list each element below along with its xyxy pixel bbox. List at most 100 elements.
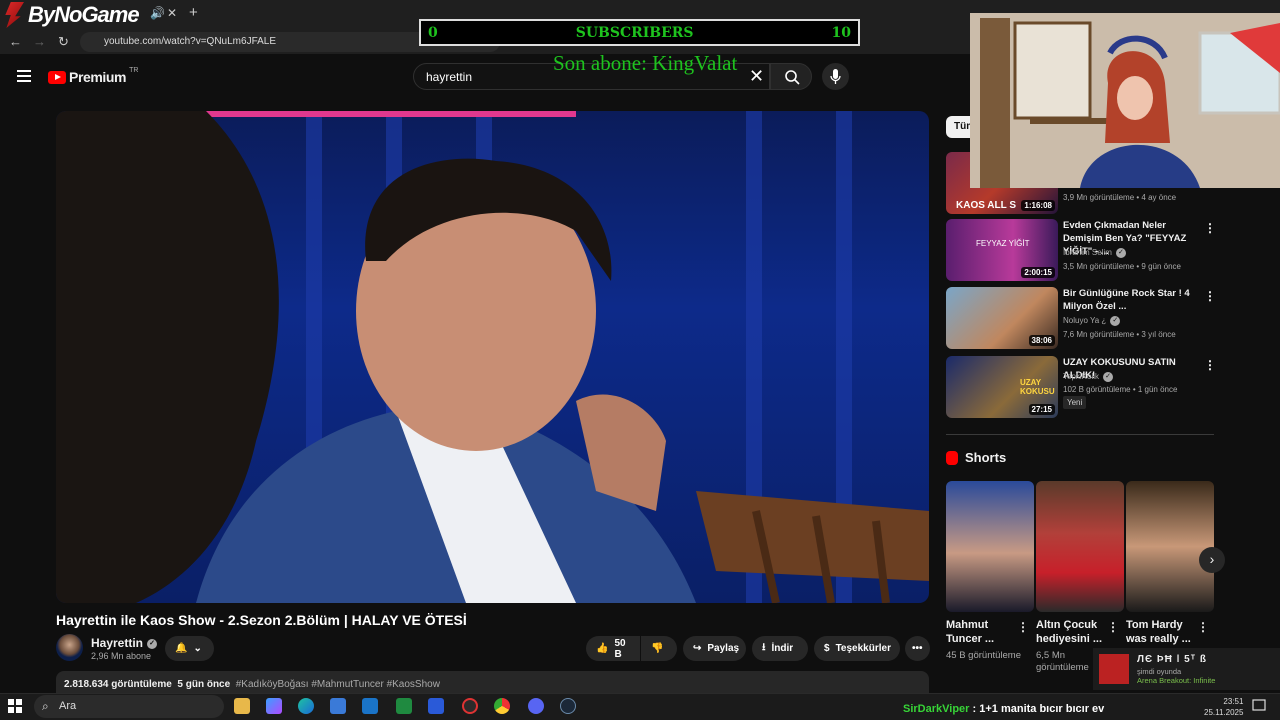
video-frame: [56, 111, 929, 603]
taskbar-search-icon: ⌕: [42, 699, 49, 713]
video-meta: 102 B görüntüleme • 1 gün önce: [1063, 385, 1178, 394]
like-button[interactable]: 👍 50 B: [586, 636, 640, 661]
audio-icon[interactable]: 🔊: [150, 6, 165, 20]
more-options-icon[interactable]: ⋮: [1107, 620, 1119, 634]
friend-notification[interactable]: ЛЄ ÞĦ ǀ 5ᵀ ß şimdi oyunda Arena Breakout…: [1093, 648, 1280, 690]
short-thumbnail[interactable]: [946, 481, 1034, 612]
new-tab-icon[interactable]: +: [189, 4, 198, 21]
video-thumbnail: 38:06: [946, 287, 1058, 349]
channel-text: TepkiKolik: [1063, 372, 1100, 382]
more-options-icon[interactable]: ⋮: [1017, 620, 1029, 634]
verified-icon: ✓: [1110, 316, 1121, 326]
video-player[interactable]: [56, 111, 929, 603]
video-title: Bir Günlüğüne Rock Star ! 4 Milyon Özel …: [1063, 288, 1190, 312]
share-button[interactable]: ↪ Paylaş: [683, 636, 746, 661]
friend-game: Arena Breakout: Infinite: [1137, 676, 1216, 685]
file-explorer-icon[interactable]: [234, 698, 250, 714]
shorts-next-button[interactable]: ›: [1199, 547, 1225, 573]
menu-icon[interactable]: [17, 70, 31, 82]
download-label: İndir: [771, 643, 794, 654]
recommended-video[interactable]: 38:06 Bir Günlüğüne Rock Star ! 4 Milyon…: [946, 287, 1216, 349]
chrome-icon[interactable]: [494, 698, 510, 714]
video-title: Hayrettin ile Kaos Show - 2.Sezon 2.Bölü…: [56, 612, 467, 628]
more-options-icon[interactable]: ⋮: [1204, 289, 1216, 303]
thumbnail-text: FEYYAZ YİĞİT: [976, 239, 1030, 248]
sub-goal-end: 10: [831, 24, 851, 41]
more-options-icon[interactable]: ⋮: [1204, 358, 1216, 372]
video-meta: 3,5 Mn görüntüleme • 9 gün önce: [1063, 262, 1181, 271]
windows-start-icon[interactable]: [8, 699, 22, 713]
short-thumbnail[interactable]: [1126, 481, 1214, 612]
bell-icon: 🔔: [175, 643, 188, 654]
microphone-icon: [830, 69, 841, 84]
more-options-icon[interactable]: ⋮: [1204, 221, 1216, 235]
forward-icon[interactable]: →: [33, 34, 46, 49]
chat-ticker: SirDarkViper : 1+1 manita bıcır bıcır ev: [903, 703, 1104, 715]
video-duration: 27:15: [1028, 404, 1055, 415]
more-actions-button[interactable]: •••: [905, 636, 930, 661]
bynogame-logo-icon: [5, 2, 24, 28]
dislike-button[interactable]: 👎: [641, 636, 677, 661]
steam-icon[interactable]: [560, 698, 576, 714]
upload-age: 5 gün önce: [177, 679, 231, 690]
voice-search-button[interactable]: [822, 63, 849, 90]
short-title[interactable]: Mahmut Tuncer ...: [946, 618, 1021, 646]
search-button[interactable]: [770, 63, 812, 90]
thanks-label: Teşekkürler: [835, 643, 891, 654]
reload-icon[interactable]: ↻: [58, 34, 69, 50]
channel-text: İbrahim Selim: [1063, 248, 1112, 258]
video-channel[interactable]: Noluyo Ya ¿ ✓: [1063, 316, 1121, 326]
mail-icon[interactable]: [362, 698, 378, 714]
obs-icon[interactable]: [462, 698, 478, 714]
short-title[interactable]: Tom Hardy was really ...: [1126, 618, 1201, 646]
webcam-overlay: [970, 13, 1280, 188]
recommended-video[interactable]: UZAY KOKUSU 27:15 UZAY KOKUSUNU SATIN AL…: [946, 356, 1216, 418]
back-icon[interactable]: ←: [9, 34, 22, 49]
brand-text: ByNoGame: [28, 2, 140, 27]
share-label: Paylaş: [707, 643, 740, 654]
download-button[interactable]: ⭳ İndir: [752, 636, 808, 661]
word-icon[interactable]: [428, 698, 444, 714]
thumbnail-text: UZAY KOKUSU: [1020, 378, 1055, 396]
thumbnail-text: KAOS ALL S: [956, 200, 1017, 211]
store-icon[interactable]: [330, 698, 346, 714]
recommended-video[interactable]: FEYYAZ YİĞİT 2:00:15 Evden Çıkmadan Nele…: [946, 219, 1216, 281]
subscriber-counter-overlay: 0 SUBSCRIBERS 10: [419, 19, 860, 46]
video-duration: 2:00:15: [1021, 267, 1055, 278]
copilot-icon[interactable]: [266, 698, 282, 714]
video-meta: 7,6 Mn görüntüleme • 3 yıl önce: [1063, 330, 1176, 339]
notification-bell-button[interactable]: 🔔 ⌄: [165, 636, 214, 661]
close-tab-icon[interactable]: ✕: [167, 6, 177, 20]
clear-search-icon[interactable]: ✕: [749, 66, 764, 87]
video-channel[interactable]: İbrahim Selim ✓: [1063, 248, 1126, 258]
excel-icon[interactable]: [396, 698, 412, 714]
bynogame-logo[interactable]: ByNoGame: [0, 0, 148, 30]
channel-avatar[interactable]: [56, 634, 83, 661]
last-subscriber-text: Son abone: KingValat: [553, 51, 738, 75]
verified-icon: ✓: [1103, 372, 1114, 382]
youtube-logo[interactable]: Premium TR: [48, 67, 138, 85]
thumbs-up-icon: 👍: [596, 643, 609, 654]
taskbar-search-placeholder: Ara: [59, 700, 77, 712]
discord-icon[interactable]: [528, 698, 544, 714]
search-value: hayrettin: [426, 70, 473, 84]
channel-name[interactable]: Hayrettin ✓: [91, 636, 158, 650]
thanks-button[interactable]: $ Teşekkürler: [814, 636, 900, 661]
notification-center-icon[interactable]: [1252, 699, 1266, 713]
description-box[interactable]: 2.818.634 görüntüleme 5 gün önce #Kadıkö…: [56, 671, 929, 693]
verified-icon: ✓: [147, 638, 158, 649]
more-options-icon[interactable]: ⋮: [1197, 620, 1209, 634]
edge-icon[interactable]: [298, 698, 314, 714]
youtube-play-icon: [48, 70, 66, 84]
video-meta: 3,9 Mn görüntüleme • 4 ay önce: [1063, 193, 1177, 202]
taskbar-search-input[interactable]: Ara: [34, 695, 224, 718]
short-title[interactable]: Altın Çocuk hediyesini ...: [1036, 618, 1111, 646]
system-clock[interactable]: 23:51 25.11.2025: [1204, 696, 1243, 718]
channel-text: Noluyo Ya ¿: [1063, 316, 1107, 326]
shorts-icon: [946, 450, 958, 465]
download-icon: ⭳: [762, 642, 766, 653]
hashtags[interactable]: #KadıköyBoğası #MahmutTuncer #KaosShow: [236, 679, 440, 690]
video-channel[interactable]: TepkiKolik ✓: [1063, 372, 1114, 382]
short-thumbnail[interactable]: [1036, 481, 1124, 612]
short-views: 45 B görüntüleme: [946, 650, 1021, 661]
